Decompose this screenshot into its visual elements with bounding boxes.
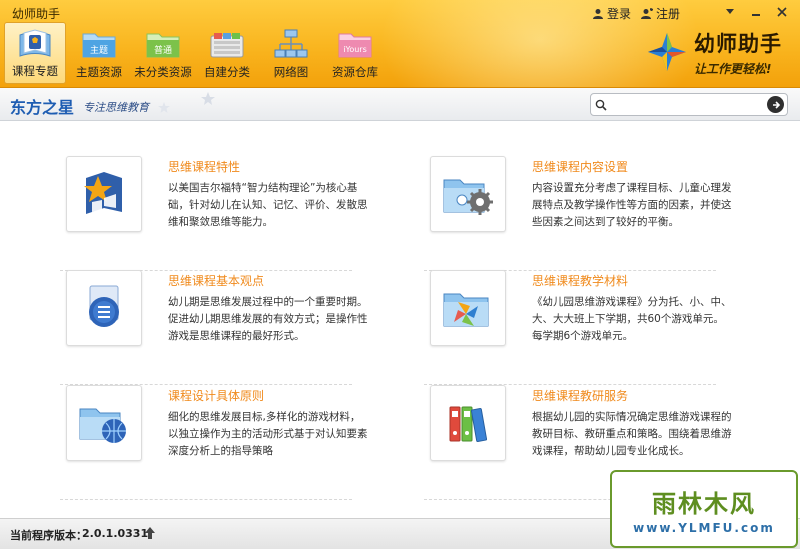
card-course-design-principles[interactable]: 课程设计具体原则 细化的思维发展目标,多样化的游戏材料，以独立操作为主的活动形式… <box>60 385 376 500</box>
main-toolbar: 课程专题 主题 主题资源 普通 未分类资源 自建分类 网络图 iYours 资源… <box>4 22 388 86</box>
org-logo: 东方之星 <box>10 98 75 117</box>
card-course-content-setting[interactable]: 思维课程内容设置 内容设置充分考虑了课程目标、儿童心理发展特点及教学操作性等方面… <box>424 156 740 271</box>
register-link[interactable]: 注册 <box>640 5 680 22</box>
tool-label: 课程专题 <box>12 64 58 78</box>
card-divider <box>60 499 352 500</box>
chevron-down-icon <box>726 9 734 14</box>
window-controls <box>718 3 794 21</box>
card-title[interactable]: 课程设计具体原则 <box>168 387 264 404</box>
card-description: 以美国吉尔福特“智力结构理论”为核心基础，针对幼儿在认知、记忆、评价、发散思维和… <box>168 182 368 228</box>
folder-pinwheel-icon <box>443 293 489 327</box>
folder-globe-icon <box>79 408 126 443</box>
card-title[interactable]: 思维课程教研服务 <box>532 387 628 404</box>
card-thumbnail[interactable] <box>430 270 506 346</box>
up-arrow-icon[interactable] <box>144 526 156 540</box>
search-icon <box>591 95 611 115</box>
tool-label: 主题资源 <box>76 65 122 79</box>
register-icon <box>640 7 653 19</box>
version-label: 当前程序版本： <box>10 529 87 542</box>
brand-logo-icon <box>648 33 686 71</box>
card-course-teaching-materials[interactable]: 思维课程教学材料 《幼儿园思维游戏课程》分为托、小、中、大、大大班上下学期，共6… <box>424 270 740 385</box>
theme-resource-icon: 主题 <box>82 33 116 58</box>
menu-dropdown-button[interactable] <box>718 3 742 21</box>
resource-store-icon: iYours <box>338 33 372 58</box>
login-label: 登录 <box>606 7 631 21</box>
login-link[interactable]: 登录 <box>592 5 631 22</box>
search-input[interactable] <box>611 95 767 114</box>
watermark-url: www.YLMFU.com <box>633 520 775 535</box>
card-description: 《幼儿园思维游戏课程》分为托、小、中、大、大大班上下学期，共60个游戏单元。每学… <box>532 296 732 342</box>
sub-header: 东方之星 专注思维教育 <box>0 88 800 121</box>
card-description: 幼儿期是思维发展过程中的一个重要时期。促进幼儿期思维发展的有效方式；是操作性游戏… <box>168 296 368 342</box>
document-chat-icon <box>89 285 119 327</box>
iyours-badge: iYours <box>343 45 366 54</box>
tool-network-map[interactable]: 网络图 <box>260 22 322 84</box>
card-thumbnail[interactable] <box>430 385 506 461</box>
tool-label: 资源仓库 <box>332 65 378 79</box>
title-toolbar: 幼师助手 登录 注册 课程专题 主题 主题资源 普通 未分类资源 自建分类 网络… <box>0 0 800 88</box>
close-button[interactable] <box>770 3 794 21</box>
tool-label: 未分类资源 <box>134 65 192 79</box>
search-box[interactable] <box>590 93 788 116</box>
tool-theme-resource[interactable]: 主题 主题资源 <box>68 22 130 84</box>
star-puzzle-icon <box>84 172 122 214</box>
card-title[interactable]: 思维课程特性 <box>168 158 240 175</box>
card-thumbnail[interactable] <box>66 385 142 461</box>
card-thumbnail[interactable] <box>66 270 142 346</box>
card-thumbnail[interactable] <box>430 156 506 232</box>
theme-badge: 主题 <box>90 44 108 56</box>
brand: 幼师助手 让工作更轻松! <box>646 28 782 76</box>
close-icon <box>777 7 787 17</box>
version-value: 2.0.1.0331 <box>82 527 149 540</box>
folder-gear-icon <box>443 179 493 215</box>
content-area: 思维课程特性 以美国吉尔福特“智力结构理论”为核心基础，针对幼儿在认知、记忆、评… <box>0 122 800 518</box>
register-label: 注册 <box>655 7 680 21</box>
card-title[interactable]: 思维课程基本观点 <box>168 272 264 289</box>
org-slogan: 专注思维教育 <box>83 101 149 114</box>
watermark-main-text: 雨林木风 <box>652 489 756 518</box>
account-links: 登录 注册 <box>592 5 680 22</box>
course-topic-icon <box>19 29 51 57</box>
search-go-button[interactable] <box>767 96 784 113</box>
star-decoration-icon <box>158 92 215 113</box>
tool-uncategorized-resource[interactable]: 普通 未分类资源 <box>132 22 194 84</box>
watermark: 雨林木风 www.YLMFU.com <box>610 470 798 548</box>
minimize-button[interactable] <box>744 3 768 21</box>
minimize-icon <box>752 14 760 16</box>
card-description: 内容设置充分考虑了课程目标、儿童心理发展特点及教学操作性等方面的因素，并使这些因… <box>532 182 732 228</box>
uncategorized-resource-icon: 普通 <box>146 33 180 58</box>
tool-label: 自建分类 <box>204 65 250 79</box>
tool-label: 网络图 <box>273 65 309 79</box>
tool-resource-store[interactable]: iYours 资源仓库 <box>324 22 386 84</box>
window-title: 幼师助手 <box>12 7 61 21</box>
card-title[interactable]: 思维课程教学材料 <box>532 272 628 289</box>
custom-category-icon <box>210 33 244 58</box>
card-description: 细化的思维发展目标,多样化的游戏材料，以独立操作为主的活动形式基于对认知要素深度… <box>168 411 368 457</box>
user-icon <box>592 8 603 19</box>
tool-course-topic[interactable]: 课程专题 <box>4 22 66 84</box>
card-thumbnail[interactable] <box>66 156 142 232</box>
brand-slogan: 让工作更轻松! <box>694 61 772 76</box>
card-course-basic-views[interactable]: 思维课程基本观点 幼儿期是思维发展过程中的一个重要时期。促进幼儿期思维发展的有效… <box>60 270 376 385</box>
tool-custom-category[interactable]: 自建分类 <box>196 22 258 84</box>
network-map-icon <box>274 29 308 58</box>
brand-name: 幼师助手 <box>694 31 782 56</box>
binders-icon <box>449 406 488 442</box>
card-description: 根据幼儿园的实际情况确定思维游戏课程的教研目标、教研重点和策略。围绕着思维游戏课… <box>532 411 732 457</box>
normal-badge: 普通 <box>154 44 172 56</box>
arrow-right-icon <box>772 100 780 109</box>
card-title[interactable]: 思维课程内容设置 <box>532 158 628 175</box>
card-thinking-course-features[interactable]: 思维课程特性 以美国吉尔福特“智力结构理论”为核心基础，针对幼儿在认知、记忆、评… <box>60 156 376 271</box>
